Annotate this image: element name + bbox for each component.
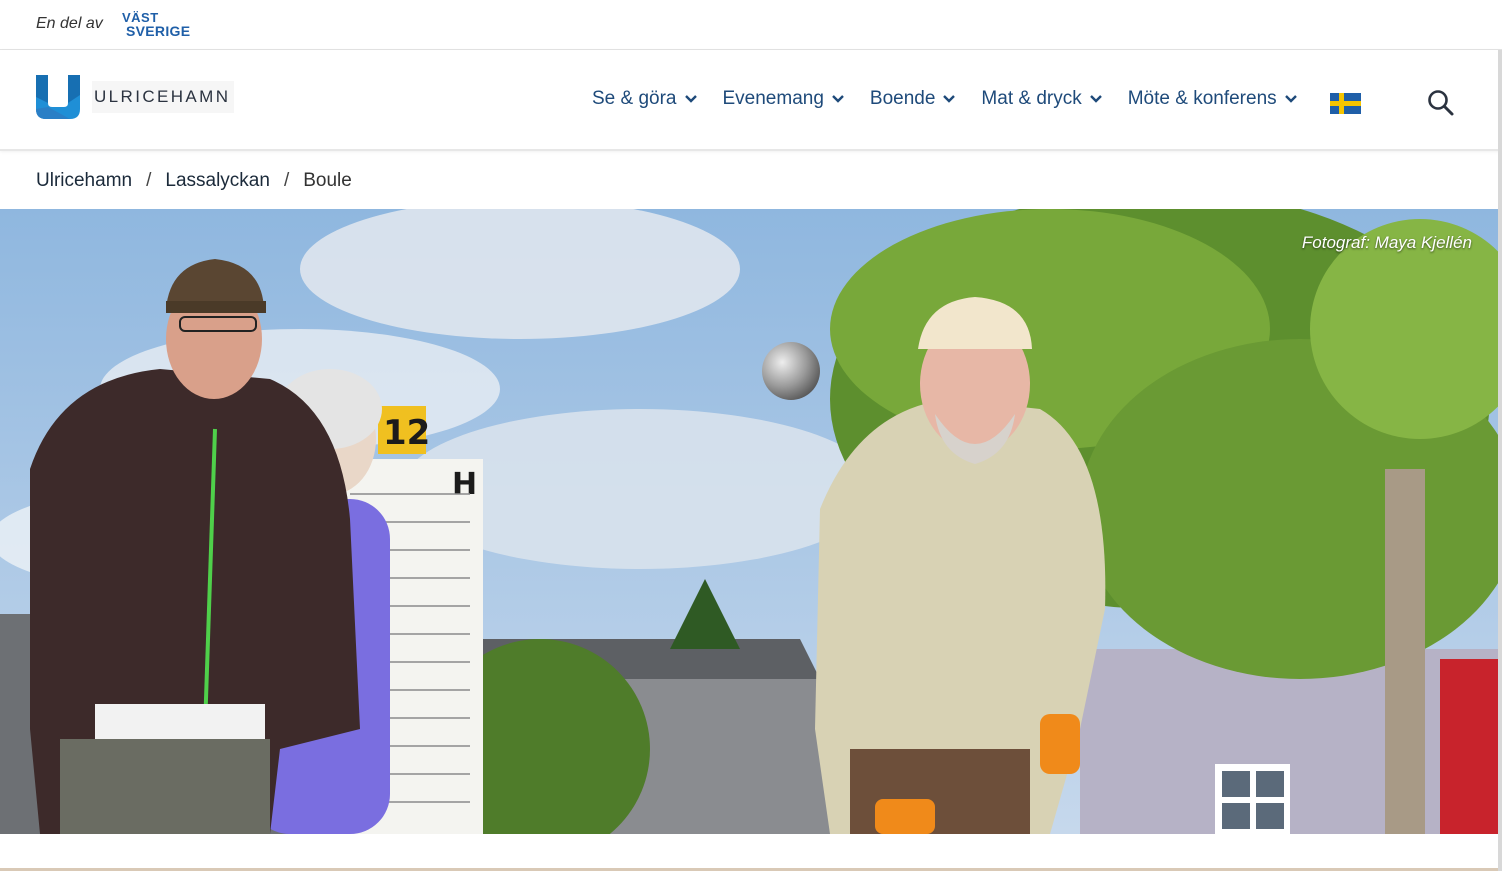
hero-image: 12 H Fotograf: Maya Kjellén [0,209,1498,834]
chevron-down-icon [1089,95,1102,103]
scrollbar[interactable] [1498,50,1502,871]
flag-cross-horizontal [1330,101,1361,106]
search-button[interactable] [1426,88,1456,118]
nav-item-label: Se & göra [592,88,677,109]
hero-photo: 12 H [0,209,1498,834]
breadcrumb: Ulricehamn / Lassalyckan / Boule [36,170,352,192]
chevron-down-icon [1284,95,1297,103]
nav-item-evenemang[interactable]: Evenemang [723,88,844,110]
search-icon [1428,90,1454,116]
chevron-down-icon [943,95,956,103]
nav-item-label: Evenemang [722,88,824,109]
chevron-down-icon [684,95,697,103]
page-heading-peek [290,852,890,868]
flag-cross-vertical [1339,93,1344,114]
nav-item-label: Mat & dryck [981,88,1082,109]
nav-item-label: Boende [869,88,936,109]
part-of-label: En del av [36,15,103,32]
nav-item-mote-och-konferens[interactable]: Möte & konferens [1128,88,1297,110]
nav-item-label: Möte & konferens [1127,88,1277,109]
scoreboard-letter: H [452,467,477,502]
photo-credit: Fotograf: Maya Kjellén [1301,233,1472,252]
nav-item-mat-och-dryck[interactable]: Mat & dryck [981,88,1102,110]
vastsverige-logo[interactable]: VÄST SVERIGE [120,10,195,40]
breadcrumb-current: Boule [303,170,352,191]
breadcrumb-separator: / [283,170,290,191]
breadcrumb-item-ulricehamn[interactable]: Ulricehamn [36,170,132,192]
ulricehamn-u-icon [36,75,80,119]
scoreboard-number: 12 [383,413,430,453]
site-header: ULRICEHAMN Se & göra Evenemang Boende Ma… [0,50,1502,151]
chevron-down-icon [832,95,844,103]
top-strip: En del av VÄST SVERIGE [0,0,1502,50]
nav-item-boende[interactable]: Boende [870,88,956,110]
swedish-flag-icon[interactable] [1330,93,1361,114]
ulricehamn-logo[interactable]: ULRICEHAMN [36,74,235,120]
nav-item-se-och-gora[interactable]: Se & göra [592,88,697,110]
main-nav: Se & göra Evenemang Boende Mat & dryck M… [592,88,1323,110]
breadcrumb-separator: / [146,170,152,191]
breadcrumb-item-lassalyckan[interactable]: Lassalyckan [165,170,270,192]
vastsverige-logo-bottom: SVERIGE [126,23,191,39]
brand-name: ULRICEHAMN [92,81,235,113]
